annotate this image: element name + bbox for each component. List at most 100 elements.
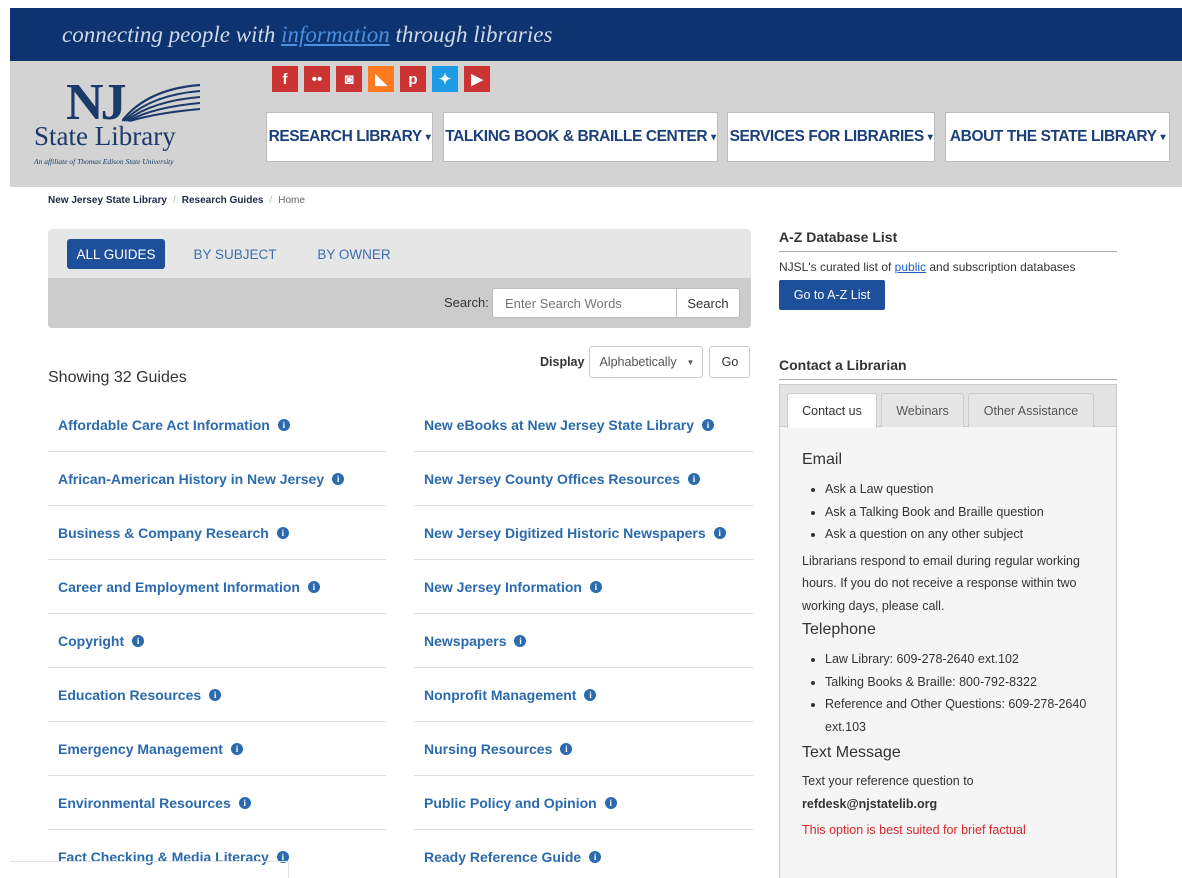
text-message-warning: This option is best suited for brief fac…	[802, 823, 1026, 837]
guides-count: Showing 32 Guides	[48, 369, 187, 386]
guide-list-item[interactable]: Affordable Care Act Information i	[48, 398, 386, 452]
guide-list-item[interactable]: Public Policy and Opinion i	[414, 776, 753, 830]
guide-list-item[interactable]: New Jersey County Offices Resources i	[414, 452, 753, 506]
flickr-icon[interactable]: ••	[304, 66, 330, 92]
email-law-link[interactable]: Ask a Law question	[825, 478, 1098, 501]
guide-list-item[interactable]: Copyright i	[48, 614, 386, 668]
guide-list-item[interactable]: Fact Checking & Media Literacy i	[48, 830, 386, 878]
info-icon[interactable]: i	[230, 742, 243, 755]
nav-about-state-library[interactable]: ABOUT THE STATE LIBRARY ▾	[945, 112, 1170, 162]
pinterest-icon[interactable]: p	[400, 66, 426, 92]
display-label: Display	[540, 355, 585, 369]
guide-list-item[interactable]: Environmental Resources i	[48, 776, 386, 830]
twitter-icon[interactable]: ✦	[432, 66, 458, 92]
contact-body: Email Ask a Law question Ask a Talking B…	[802, 451, 1098, 842]
phone-talking-books: Talking Books & Braille: 800-792-8322	[825, 671, 1098, 694]
search-label: Search:	[444, 295, 489, 310]
info-icon[interactable]: i	[332, 472, 345, 485]
guide-list-item[interactable]: Newspapers i	[414, 614, 753, 668]
az-description: NJSL's curated list of public and subscr…	[779, 260, 1076, 274]
info-icon[interactable]: i	[277, 418, 290, 431]
guide-list-item[interactable]: Emergency Management i	[48, 722, 386, 776]
info-icon[interactable]: i	[238, 796, 251, 809]
nj-state-library-logo[interactable]: NJ State Library An affiliate of Thomas …	[34, 77, 234, 177]
caret-down-icon: ▾	[1160, 131, 1166, 143]
guide-list-item[interactable]: New eBooks at New Jersey State Library i	[414, 398, 753, 452]
guide-list-item[interactable]: Ready Reference Guide i	[414, 830, 753, 878]
tab-by-subject[interactable]: BY SUBJECT	[184, 239, 286, 269]
tab-by-owner[interactable]: BY OWNER	[306, 239, 402, 269]
info-icon[interactable]: i	[713, 526, 726, 539]
info-icon[interactable]: i	[514, 634, 527, 647]
tab-other-assistance[interactable]: Other Assistance	[968, 393, 1094, 427]
info-icon[interactable]: i	[560, 742, 573, 755]
info-icon[interactable]: i	[209, 688, 222, 701]
rss-icon[interactable]: ◣	[368, 66, 394, 92]
nav-talking-book[interactable]: TALKING BOOK & BRAILLE CENTER ▾	[443, 112, 718, 162]
info-icon[interactable]: i	[604, 796, 617, 809]
guides-search-panel: ALL GUIDES BY SUBJECT BY OWNER Search: S…	[48, 229, 751, 328]
contact-tabs: Contact us Webinars Other Assistance	[780, 385, 1116, 428]
email-list: Ask a Law question Ask a Talking Book an…	[802, 478, 1098, 546]
info-icon[interactable]: i	[276, 526, 289, 539]
site-header: NJ State Library An affiliate of Thomas …	[10, 61, 1182, 187]
nav-research-library[interactable]: RESEARCH LIBRARY ▾	[266, 112, 433, 162]
logo-name: State Library	[34, 121, 176, 151]
social-links: f •• ◙ ◣ p ✦ ▶	[272, 66, 490, 92]
facebook-icon[interactable]: f	[272, 66, 298, 92]
guide-list-left: Affordable Care Act Information i African-…	[48, 398, 386, 878]
nav-services-for-libraries[interactable]: SERVICES FOR LIBRARIES ▾	[727, 112, 935, 162]
email-heading: Email	[802, 451, 843, 468]
info-icon[interactable]: i	[132, 634, 145, 647]
text-message-note: Text your reference question to	[802, 774, 974, 788]
email-note: Librarians respond to email during regul…	[802, 553, 1080, 613]
public-databases-link[interactable]: public	[895, 260, 926, 274]
guide-tabs: ALL GUIDES BY SUBJECT BY OWNER	[48, 229, 751, 278]
info-icon[interactable]: i	[307, 580, 320, 593]
guide-list-item[interactable]: Education Resources i	[48, 668, 386, 722]
guide-list-item[interactable]: Nursing Resources i	[414, 722, 753, 776]
caret-down-icon: ▾	[711, 131, 716, 143]
breadcrumb-research-guides[interactable]: Research Guides	[182, 195, 264, 206]
tab-webinars[interactable]: Webinars	[881, 393, 964, 427]
text-message-heading: Text Message	[802, 744, 901, 761]
az-heading: A-Z Database List	[779, 229, 1117, 252]
telephone-heading: Telephone	[802, 621, 876, 638]
tab-contact-us[interactable]: Contact us	[787, 393, 877, 428]
instagram-icon[interactable]: ◙	[336, 66, 362, 92]
az-list-button[interactable]: Go to A-Z List	[779, 280, 885, 310]
contact-heading: Contact a Librarian	[779, 357, 1117, 380]
breadcrumb-current: Home	[278, 195, 305, 206]
display-go-button[interactable]: Go	[709, 346, 751, 378]
guide-list-item[interactable]: African-American History in New Jersey i	[48, 452, 386, 506]
guide-list-item[interactable]: New Jersey Information i	[414, 560, 753, 614]
phone-list: Law Library: 609-278-2640 ext.102 Talkin…	[802, 648, 1098, 738]
breadcrumb-state-library[interactable]: New Jersey State Library	[48, 195, 167, 206]
tab-all-guides[interactable]: ALL GUIDES	[67, 239, 165, 269]
phone-reference: Reference and Other Questions: 609-278-2…	[825, 693, 1098, 738]
guide-list-item[interactable]: Business & Company Research i	[48, 506, 386, 560]
guide-list-item[interactable]: Career and Employment Information i	[48, 560, 386, 614]
info-icon[interactable]: i	[584, 688, 597, 701]
info-icon[interactable]: i	[589, 580, 602, 593]
breadcrumb: New Jersey State Library / Research Guides…	[48, 195, 305, 206]
email-talking-book-link[interactable]: Ask a Talking Book and Braille question	[825, 501, 1098, 524]
contact-panel: Contact us Webinars Other Assistance Ema…	[779, 384, 1117, 878]
guide-list-item[interactable]: Nonprofit Management i	[414, 668, 753, 722]
search-input[interactable]	[492, 288, 676, 318]
book-pages-icon	[122, 83, 201, 122]
info-icon[interactable]: i	[702, 418, 715, 431]
search-button[interactable]: Search	[676, 288, 740, 318]
display-control: Display Alphabetically ▼ Go	[540, 346, 751, 378]
info-icon[interactable]: i	[589, 851, 602, 863]
youtube-icon[interactable]: ▶	[464, 66, 490, 92]
display-select[interactable]: Alphabetically ▼	[589, 346, 704, 378]
tagline-bar: connecting people with information throu…	[10, 8, 1182, 61]
phone-law-library: Law Library: 609-278-2640 ext.102	[825, 648, 1098, 671]
text-message-address: refdesk@njstatelib.org	[802, 796, 938, 811]
email-other-link[interactable]: Ask a question on any other subject	[825, 523, 1098, 546]
guide-list-item[interactable]: New Jersey Digitized Historic Newspapers…	[414, 506, 753, 560]
information-link[interactable]: information	[281, 22, 390, 47]
info-icon[interactable]: i	[688, 472, 700, 485]
tagline: connecting people with information throu…	[62, 22, 553, 47]
